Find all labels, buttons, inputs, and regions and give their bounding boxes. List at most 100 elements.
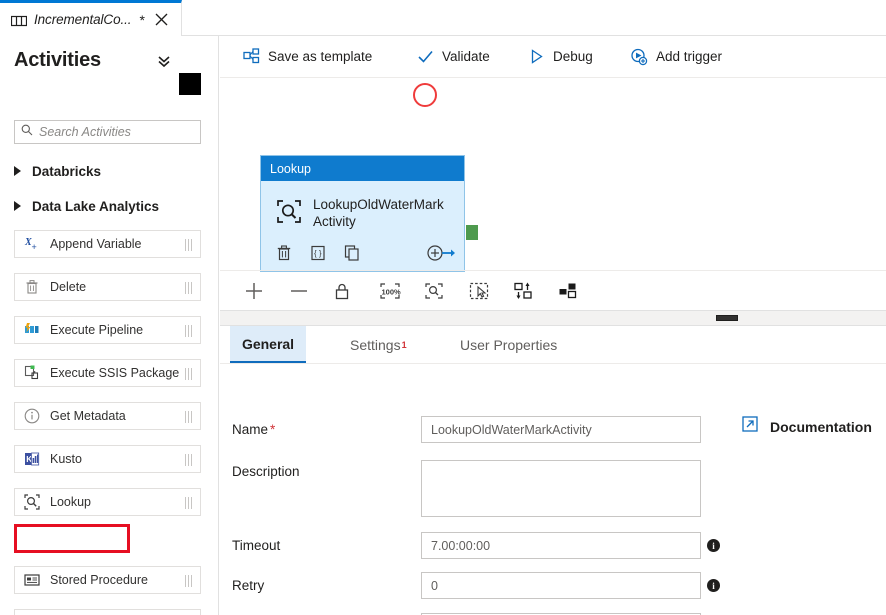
tab-user-properties[interactable]: User Properties	[448, 326, 569, 363]
red-circle-annotation	[413, 83, 437, 107]
activity-label: Execute Pipeline	[50, 323, 143, 337]
description-field[interactable]	[421, 460, 701, 517]
panel-resize-handle[interactable]	[716, 315, 738, 321]
zoom-out-minus-icon[interactable]	[289, 281, 309, 301]
close-icon[interactable]	[154, 12, 170, 28]
svg-text:100%: 100%	[382, 288, 402, 297]
save-as-template-button[interactable]: Save as template	[242, 36, 372, 78]
activity-item-get-metadata[interactable]: Get Metadata	[14, 402, 201, 430]
activity-label: Kusto	[50, 452, 82, 466]
page-title: Activities	[14, 49, 101, 72]
name-field[interactable]: LookupOldWaterMarkActivity	[421, 416, 701, 443]
pipeline-tab-title: IncrementalCo...	[34, 12, 131, 27]
activity-node-actions: { }	[274, 243, 454, 265]
save-as-template-icon	[242, 48, 260, 66]
tab-general[interactable]: General	[230, 326, 306, 363]
group-data-lake-analytics[interactable]: Data Lake Analytics	[0, 189, 219, 223]
activity-item-lookup[interactable]: Lookup	[14, 488, 201, 516]
panel-splitter[interactable]	[220, 310, 886, 326]
add-trigger-label: Add trigger	[656, 49, 722, 64]
auto-align-icon[interactable]	[512, 281, 536, 301]
chevron-double-down-icon[interactable]	[157, 55, 171, 67]
lock-icon[interactable]	[332, 281, 352, 301]
layout-icon[interactable]	[557, 281, 581, 301]
chevron-right-icon	[14, 166, 21, 176]
tab-strip: IncrementalCo... *	[0, 0, 886, 36]
activity-label: Execute SSIS Package	[50, 366, 179, 380]
tab-settings-badge: 1	[402, 340, 407, 350]
activity-label: Delete	[50, 280, 86, 294]
activity-item-kusto[interactable]: K Kusto	[14, 445, 201, 473]
pipeline-tab[interactable]: IncrementalCo... *	[0, 0, 182, 36]
retry-field[interactable]: 0	[421, 572, 701, 599]
drag-grip-icon[interactable]	[185, 454, 194, 466]
activity-item-execute-pipeline[interactable]: Execute Pipeline	[14, 316, 201, 344]
retry-field-label: Retry	[232, 578, 264, 593]
zoom-in-plus-icon[interactable]	[244, 281, 264, 301]
stored-procedure-icon	[23, 571, 41, 589]
execute-pipeline-icon	[23, 321, 41, 339]
documentation-link[interactable]: Documentation	[742, 416, 872, 437]
drag-grip-icon[interactable]	[185, 575, 194, 587]
tab-general-label: General	[242, 336, 294, 352]
drag-grip-icon[interactable]	[185, 282, 194, 294]
activity-item-append-variable[interactable]: X + Append Variable	[14, 230, 201, 258]
drag-grip-icon[interactable]	[185, 239, 194, 251]
copy-icon[interactable]	[342, 243, 362, 263]
activity-node-name: LookupOldWaterMark Activity	[313, 196, 461, 230]
checkmark-icon	[416, 48, 434, 66]
timeout-field-label: Timeout	[232, 538, 280, 553]
debug-button[interactable]: Debug	[527, 36, 593, 78]
group-label: Data Lake Analytics	[32, 199, 159, 214]
execute-ssis-icon	[23, 364, 41, 382]
external-link-icon	[742, 416, 758, 437]
group-databricks[interactable]: Databricks	[0, 154, 219, 188]
green-connector[interactable]	[466, 225, 478, 240]
lookup-icon	[275, 198, 303, 226]
activity-node-lookup[interactable]: Lookup LookupOldWaterMark Activity	[260, 155, 465, 272]
kusto-icon: K	[23, 450, 41, 468]
group-label: Databricks	[32, 164, 101, 179]
activity-item-stored-procedure[interactable]: Stored Procedure	[14, 566, 201, 594]
validate-button[interactable]: Validate	[416, 36, 490, 78]
unsaved-indicator: *	[139, 12, 144, 28]
drag-grip-icon[interactable]	[185, 368, 194, 380]
drag-grip-icon[interactable]	[185, 411, 194, 423]
zoom-to-fit-icon[interactable]	[422, 281, 446, 301]
redacted-icon-block	[179, 73, 201, 95]
play-triangle-icon	[527, 48, 545, 66]
name-field-value: LookupOldWaterMarkActivity	[431, 423, 592, 437]
save-as-template-label: Save as template	[268, 49, 372, 64]
select-pointer-icon[interactable]	[467, 281, 491, 301]
tab-settings-label: Settings	[350, 337, 401, 353]
search-placeholder: Search Activities	[39, 125, 131, 139]
retry-info-icon[interactable]: i	[707, 579, 720, 592]
svg-text:+: +	[32, 242, 37, 252]
drag-grip-icon[interactable]	[185, 325, 194, 337]
add-output-arrow-icon[interactable]	[426, 243, 456, 263]
append-variable-icon: X +	[23, 235, 41, 253]
pipeline-toolbar: Save as template Validate Debug	[220, 36, 886, 78]
timeout-field[interactable]: 7.00:00:00	[421, 532, 701, 559]
activities-panel: Activities Search Activities Databricks	[0, 36, 219, 615]
activity-item-set-variable[interactable]: { x } Set Variable	[14, 609, 201, 615]
trash-icon	[23, 278, 41, 296]
activity-label: Get Metadata	[50, 409, 126, 423]
add-trigger-button[interactable]: Add trigger	[630, 36, 722, 78]
tab-user-properties-label: User Properties	[460, 337, 557, 353]
delete-icon[interactable]	[274, 243, 294, 263]
drag-grip-icon[interactable]	[185, 497, 194, 509]
zoom-100-percent-icon[interactable]: 100%	[377, 281, 403, 301]
chevron-right-icon	[14, 201, 21, 211]
activity-label: Stored Procedure	[50, 573, 148, 587]
canvas-tools: 100%	[220, 270, 886, 310]
activity-item-execute-ssis-package[interactable]: Execute SSIS Package	[14, 359, 201, 387]
code-brackets-icon[interactable]: { }	[308, 243, 328, 263]
tab-settings[interactable]: Settings1	[338, 326, 419, 363]
add-trigger-icon	[630, 48, 648, 66]
activity-label: Lookup	[50, 495, 91, 509]
timeout-info-icon[interactable]: i	[707, 539, 720, 552]
activity-item-delete[interactable]: Delete	[14, 273, 201, 301]
search-input[interactable]: Search Activities	[14, 120, 201, 144]
timeout-field-value: 7.00:00:00	[431, 539, 490, 553]
